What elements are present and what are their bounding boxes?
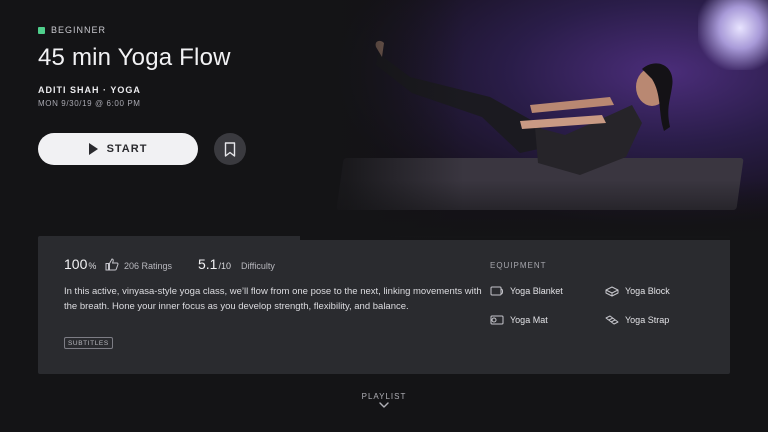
thumbs-up-icon	[105, 258, 119, 271]
level-badge: BEGINNER	[38, 25, 106, 35]
instructor-line: ADITI SHAH · YOGA	[38, 85, 141, 95]
instructor-figure	[375, 40, 673, 175]
ratings-count: 206 Ratings	[124, 261, 173, 271]
strap-icon	[605, 315, 619, 325]
equipment-item-block: Yoga Block	[605, 285, 670, 297]
rating-percentage: 100%	[64, 256, 96, 272]
playlist-label[interactable]: PLAYLIST	[0, 392, 768, 401]
class-title: 45 min Yoga Flow	[38, 44, 231, 71]
equipment-label: Yoga Block	[625, 286, 670, 296]
equipment-heading: EQUIPMENT	[490, 261, 547, 270]
equipment-label: Yoga Mat	[510, 315, 548, 325]
start-button-label: START	[106, 143, 148, 155]
start-button[interactable]: START	[38, 133, 198, 165]
block-icon	[605, 286, 619, 297]
equipment-label: Yoga Blanket	[510, 286, 563, 296]
class-hero-image	[300, 0, 768, 240]
rating-value: 100	[64, 256, 88, 272]
mat-icon	[490, 315, 504, 325]
difficulty-label: Difficulty	[241, 261, 275, 271]
studio-light	[698, 0, 768, 70]
equipment-label: Yoga Strap	[625, 315, 670, 325]
yoga-mat-image	[336, 158, 744, 210]
play-icon	[88, 143, 98, 155]
class-description: In this active, vinyasa-style yoga class…	[64, 286, 482, 312]
class-datetime: MON 9/30/19 @ 6:00 PM	[38, 99, 141, 108]
subtitles-badge: SUBTITLES	[64, 337, 113, 349]
bookmark-icon	[224, 141, 236, 157]
difficulty-score: 5.1/10	[198, 256, 231, 272]
class-details-panel: 100% 206 Ratings 5.1/10 Difficulty In th…	[38, 236, 730, 374]
rating-unit: %	[88, 261, 97, 271]
level-indicator-icon	[38, 26, 45, 34]
difficulty-max: /10	[218, 261, 231, 271]
chevron-down-icon[interactable]	[378, 401, 390, 409]
difficulty-value: 5.1	[198, 256, 218, 272]
bookmark-button[interactable]	[214, 133, 246, 165]
equipment-item-blanket: Yoga Blanket	[490, 285, 563, 297]
blanket-icon	[490, 286, 503, 296]
equipment-item-strap: Yoga Strap	[605, 314, 669, 326]
level-label: BEGINNER	[51, 25, 107, 35]
equipment-item-mat: Yoga Mat	[490, 314, 548, 326]
